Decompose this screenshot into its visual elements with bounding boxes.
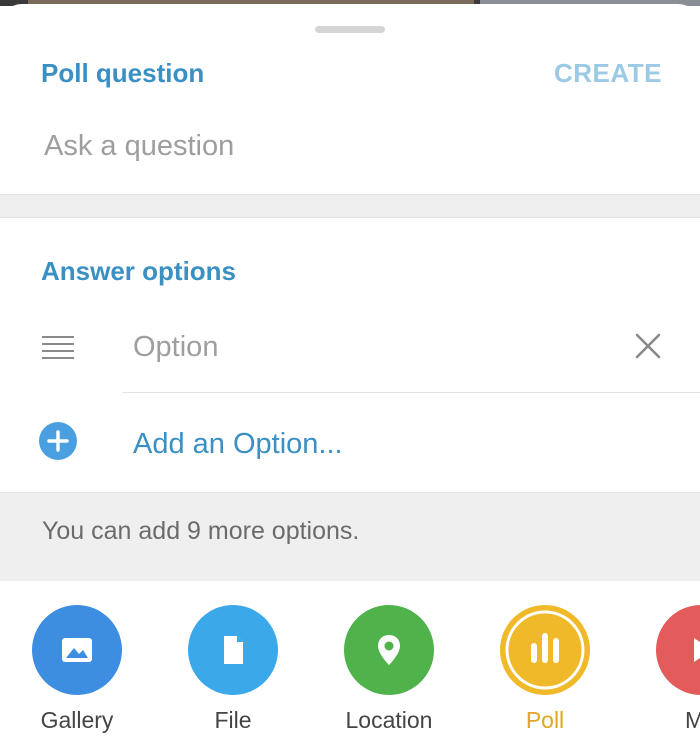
create-button[interactable]: CREATE (554, 58, 662, 89)
poll-question-title: Poll question (41, 58, 205, 88)
attach-label: Gallery (40, 707, 114, 733)
file-icon (188, 605, 278, 695)
attachment-bar: Gallery File Location Poll M (0, 581, 700, 744)
option-divider (122, 392, 700, 393)
location-icon (344, 605, 434, 695)
attach-label: Poll (525, 707, 565, 733)
add-option-button[interactable]: Add an Option... (133, 428, 343, 461)
sheet-drag-handle[interactable] (315, 26, 385, 33)
attach-gallery-button[interactable]: Gallery (12, 605, 142, 744)
attach-poll-button[interactable]: Poll (480, 605, 610, 744)
attach-location-button[interactable]: Location (324, 605, 454, 744)
answer-options-title: Answer options (41, 256, 237, 286)
poll-sheet: Poll question CREATE Answer options Add … (0, 4, 700, 744)
attach-label: Mu (685, 707, 700, 733)
attach-music-button[interactable]: Mu (636, 605, 700, 744)
question-input[interactable] (44, 122, 644, 170)
remove-option-icon[interactable] (630, 328, 666, 364)
attach-label: File (214, 707, 252, 733)
gallery-icon (32, 605, 122, 695)
option-input[interactable] (133, 322, 593, 372)
remaining-options-info: You can add 9 more options. (42, 517, 360, 545)
reorder-handle-icon[interactable] (42, 336, 74, 360)
section-divider (0, 194, 700, 218)
attach-file-button[interactable]: File (168, 605, 298, 744)
music-icon (656, 605, 700, 695)
poll-icon (500, 605, 590, 695)
attach-label: Location (345, 707, 433, 733)
add-option-icon[interactable] (39, 422, 77, 460)
